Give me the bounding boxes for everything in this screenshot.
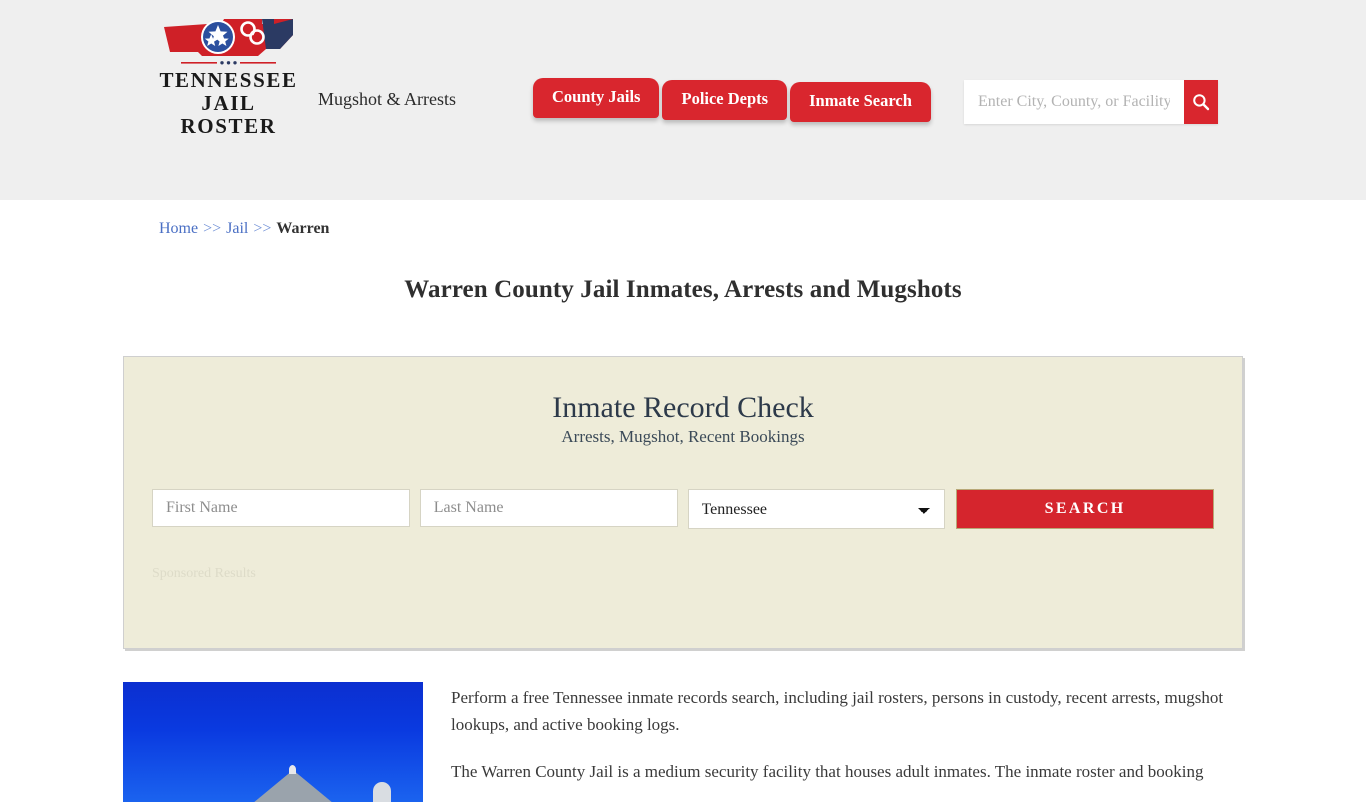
main-content-section: Perform a free Tennessee inmate records …	[123, 682, 1243, 805]
header-search	[964, 80, 1218, 124]
building-finial-shape	[289, 765, 296, 774]
nav-county-jails[interactable]: County Jails	[533, 78, 660, 118]
state-select[interactable]: Tennessee	[687, 489, 946, 529]
logo-text-line2: JAIL ROSTER	[180, 91, 277, 138]
nav-inmate-search[interactable]: Inmate Search	[790, 82, 931, 122]
header-search-input[interactable]	[964, 80, 1184, 124]
main-navigation: County Jails Police Depts Inmate Search	[533, 78, 934, 122]
first-name-input[interactable]	[152, 489, 410, 527]
sponsored-results-label: Sponsored Results	[152, 566, 256, 581]
article-paragraph-2: The Warren County Jail is a medium secur…	[451, 762, 1204, 781]
last-name-input[interactable]	[419, 489, 678, 527]
nav-police-depts[interactable]: Police Depts	[662, 80, 788, 120]
breadcrumb-home[interactable]: Home	[159, 220, 198, 237]
panel-title: Inmate Record Check	[552, 391, 814, 424]
breadcrumb: Home >> Jail >> Warren	[123, 200, 1243, 238]
breadcrumb-jail[interactable]: Jail	[226, 220, 248, 237]
site-tagline: Mugshot & Arrests	[318, 89, 457, 109]
tennessee-state-flag-handcuffs-logo-icon	[164, 19, 293, 65]
page-title: Warren County Jail Inmates, Arrests and …	[404, 276, 962, 303]
header-search-button[interactable]	[1184, 80, 1218, 124]
site-header: TENNESSEE JAIL ROSTER Mugshot & Arrests …	[0, 0, 1366, 200]
breadcrumb-separator-1: >>	[203, 220, 222, 237]
breadcrumb-separator-2: >>	[253, 220, 272, 237]
site-logo[interactable]: TENNESSEE JAIL ROSTER	[156, 15, 301, 138]
logo-text-line1: TENNESSEE	[159, 68, 298, 92]
jail-building-photo	[123, 682, 423, 802]
panel-subtitle: Arrests, Mugshot, Recent Bookings	[561, 427, 805, 446]
inmate-record-check-panel: Inmate Record Check Arrests, Mugshot, Re…	[123, 356, 1243, 649]
search-icon	[1193, 94, 1210, 111]
inmate-search-button[interactable]: SEARCH	[956, 489, 1214, 529]
article-body: Perform a free Tennessee inmate records …	[423, 682, 1243, 805]
building-roof-shape	[218, 770, 368, 802]
breadcrumb-current: Warren	[276, 220, 330, 237]
article-paragraph-1: Perform a free Tennessee inmate records …	[451, 688, 1224, 734]
building-tower-shape	[373, 782, 391, 802]
inmate-search-form: Tennessee SEARCH	[152, 489, 1214, 529]
